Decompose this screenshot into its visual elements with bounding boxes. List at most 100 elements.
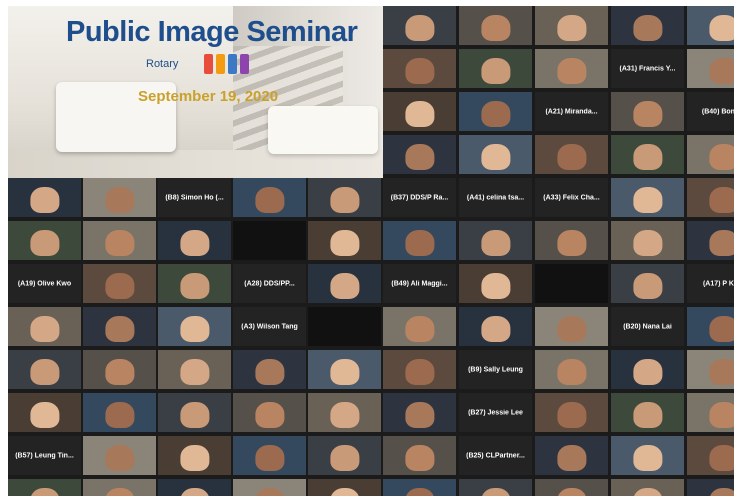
participant-name-tile[interactable]: (A41) celina tsa... <box>459 178 532 217</box>
participant-video-tile[interactable] <box>383 436 456 475</box>
participant-name-tile[interactable]: (A28) DDS/PP... <box>233 264 306 303</box>
participant-video-tile[interactable] <box>158 393 231 432</box>
participant-video-tile[interactable] <box>308 479 381 496</box>
participant-video-tile[interactable] <box>83 393 156 432</box>
participant-video-tile[interactable] <box>687 307 734 346</box>
participant-video-tile[interactable] <box>158 221 231 260</box>
participant-name-tile[interactable]: (A17) P Kit... <box>687 264 734 303</box>
participant-video-tile[interactable] <box>535 135 608 174</box>
participant-video-tile[interactable] <box>83 178 156 217</box>
participant-video-tile[interactable] <box>308 264 381 303</box>
participant-video-tile[interactable] <box>687 135 734 174</box>
participant-video-tile[interactable] <box>535 6 608 45</box>
participant-video-tile[interactable] <box>233 393 306 432</box>
participant-video-tile[interactable] <box>308 436 381 475</box>
participant-name-tile[interactable]: (A33) Felix Cha... <box>535 178 608 217</box>
participant-name-tile[interactable]: (B25) CLPartner... <box>459 436 532 475</box>
participant-video-tile[interactable] <box>611 436 684 475</box>
participant-video-tile[interactable] <box>611 264 684 303</box>
participant-video-tile[interactable] <box>611 6 684 45</box>
participant-video-tile[interactable] <box>535 307 608 346</box>
participant-video-tile[interactable] <box>459 135 532 174</box>
participant-name-tile[interactable]: (B40) Bonn... <box>687 92 734 131</box>
participant-video-tile[interactable] <box>459 92 532 131</box>
participant-video-tile[interactable] <box>83 307 156 346</box>
participant-video-tile[interactable] <box>158 479 231 496</box>
participant-video-tile[interactable] <box>459 307 532 346</box>
participant-video-tile[interactable] <box>308 178 381 217</box>
participant-video-tile[interactable] <box>8 393 81 432</box>
participant-video-tile[interactable] <box>383 92 456 131</box>
participant-video-tile[interactable] <box>687 178 734 217</box>
participant-name-tile[interactable]: (B20) Nana Lai <box>611 307 684 346</box>
participant-video-tile[interactable] <box>8 307 81 346</box>
participant-video-tile[interactable] <box>611 92 684 131</box>
participant-video-tile[interactable] <box>383 393 456 432</box>
participant-video-tile[interactable] <box>158 307 231 346</box>
participant-video-tile[interactable] <box>687 49 734 88</box>
participant-name-tile[interactable]: (B49) Ali Maggi... <box>383 264 456 303</box>
participant-video-tile[interactable] <box>687 350 734 389</box>
participant-video-tile[interactable] <box>233 479 306 496</box>
participant-video-tile[interactable] <box>383 6 456 45</box>
participant-video-tile[interactable] <box>459 6 532 45</box>
participant-video-tile[interactable] <box>8 221 81 260</box>
participant-video-tile[interactable] <box>233 436 306 475</box>
participant-video-tile[interactable] <box>535 393 608 432</box>
participant-video-tile[interactable] <box>459 479 532 496</box>
participant-video-tile[interactable] <box>687 479 734 496</box>
participant-name-tile[interactable]: (A19) Olive Kwo <box>8 264 81 303</box>
participant-video-tile[interactable] <box>459 49 532 88</box>
participant-video-tile[interactable] <box>611 135 684 174</box>
participant-video-tile[interactable] <box>383 350 456 389</box>
participant-video-tile[interactable] <box>383 135 456 174</box>
participant-name-tile[interactable]: (B9) Sally Leung <box>459 350 532 389</box>
participant-video-tile[interactable] <box>158 436 231 475</box>
participant-name-tile[interactable]: (B27) Jessie Lee <box>459 393 532 432</box>
participant-video-tile[interactable] <box>83 221 156 260</box>
participant-video-tile[interactable] <box>83 264 156 303</box>
participant-video-tile[interactable] <box>8 350 81 389</box>
participant-video-tile[interactable] <box>459 264 532 303</box>
participant-video-tile[interactable] <box>233 350 306 389</box>
participant-video-off-tile[interactable] <box>308 307 381 346</box>
participant-video-tile[interactable] <box>383 49 456 88</box>
participant-video-tile[interactable] <box>611 221 684 260</box>
participant-video-tile[interactable] <box>383 307 456 346</box>
participant-name-tile[interactable]: (A21) Miranda... <box>535 92 608 131</box>
participant-name-tile[interactable]: (B37) DDS/P Ra... <box>383 178 456 217</box>
participant-video-off-tile[interactable] <box>233 221 306 260</box>
participant-video-off-tile[interactable] <box>535 264 608 303</box>
participant-name-tile[interactable]: (B57) Leung Tin... <box>8 436 81 475</box>
participant-video-tile[interactable] <box>383 221 456 260</box>
participant-video-tile[interactable] <box>687 221 734 260</box>
participant-video-tile[interactable] <box>687 393 734 432</box>
participant-video-tile[interactable] <box>8 479 81 496</box>
participant-video-tile[interactable] <box>83 479 156 496</box>
participant-video-tile[interactable] <box>158 264 231 303</box>
participant-video-tile[interactable] <box>535 221 608 260</box>
participant-video-tile[interactable] <box>233 178 306 217</box>
participant-video-tile[interactable] <box>535 479 608 496</box>
participant-name-tile[interactable]: (B8) Simon Ho (... <box>158 178 231 217</box>
participant-video-tile[interactable] <box>308 393 381 432</box>
participant-video-tile[interactable] <box>535 436 608 475</box>
participant-video-tile[interactable] <box>611 479 684 496</box>
participant-video-tile[interactable] <box>535 350 608 389</box>
participant-video-tile[interactable] <box>687 436 734 475</box>
participant-video-tile[interactable] <box>83 350 156 389</box>
participant-video-tile[interactable] <box>8 178 81 217</box>
participant-video-tile[interactable] <box>158 350 231 389</box>
participant-video-tile[interactable] <box>308 221 381 260</box>
participant-name-tile[interactable]: (A31) Francis Y... <box>611 49 684 88</box>
participant-video-tile[interactable] <box>535 49 608 88</box>
participant-video-tile[interactable] <box>611 178 684 217</box>
participant-video-tile[interactable] <box>83 436 156 475</box>
participant-video-tile[interactable] <box>611 393 684 432</box>
participant-video-tile[interactable] <box>308 350 381 389</box>
participant-video-tile[interactable] <box>687 6 734 45</box>
participant-video-tile[interactable] <box>383 479 456 496</box>
participant-name-tile[interactable]: (A3) Wilson Tang <box>233 307 306 346</box>
participant-video-tile[interactable] <box>459 221 532 260</box>
participant-video-tile[interactable] <box>611 350 684 389</box>
